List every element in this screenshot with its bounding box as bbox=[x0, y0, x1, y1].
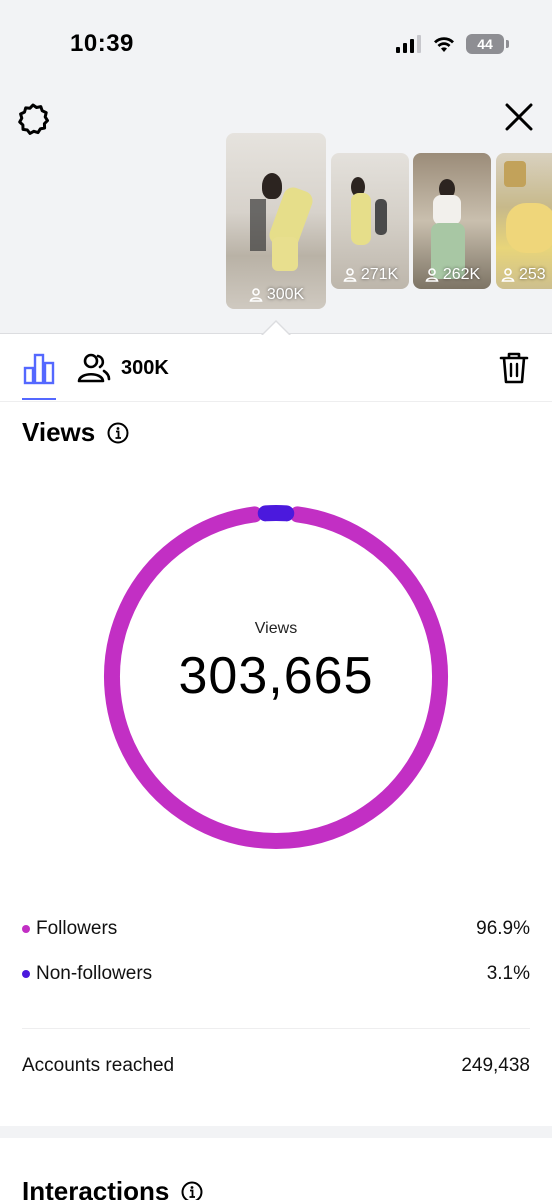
accounts-reached-value: 249,438 bbox=[461, 1055, 530, 1076]
reel-thumbnail[interactable]: 300K bbox=[226, 133, 326, 309]
followers-count[interactable]: 300K bbox=[121, 357, 169, 380]
reel-thumbnails: 300K 271K 262K 253 bbox=[226, 133, 552, 313]
trash-icon[interactable] bbox=[498, 351, 530, 385]
battery-indicator: 44 bbox=[466, 34, 509, 54]
reel-thumbnail[interactable]: 262K bbox=[413, 153, 491, 289]
followers-label: Followers bbox=[36, 918, 118, 939]
people-icon[interactable] bbox=[76, 350, 112, 386]
reel-thumbnail[interactable]: 253 bbox=[496, 153, 552, 289]
person-icon bbox=[343, 268, 357, 282]
status-time: 10:39 bbox=[70, 30, 134, 57]
reel-cup bbox=[504, 161, 526, 187]
legend-row-non-followers: Non-followers 3.1% bbox=[22, 963, 530, 985]
interactions-section-title: Interactions bbox=[22, 1176, 203, 1200]
bar-chart-icon[interactable] bbox=[22, 352, 56, 386]
status-icons: 44 bbox=[396, 34, 509, 54]
accounts-reached-row[interactable]: Accounts reached 249,438 bbox=[22, 1055, 530, 1077]
followers-dot bbox=[22, 925, 30, 933]
person-icon bbox=[249, 288, 263, 302]
views-title: Views bbox=[22, 417, 96, 447]
person-icon bbox=[425, 268, 439, 282]
non-followers-dot bbox=[22, 970, 30, 978]
reel-selector-area: 300K 271K 262K 253 bbox=[0, 90, 552, 336]
donut-center-label: Views bbox=[254, 620, 298, 637]
reel-views: 253 bbox=[496, 266, 552, 284]
divider bbox=[22, 1028, 530, 1029]
accounts-reached-label: Accounts reached bbox=[22, 1055, 175, 1076]
close-icon[interactable] bbox=[500, 98, 538, 136]
reel-window bbox=[250, 199, 266, 251]
gear-icon[interactable] bbox=[14, 100, 52, 138]
reel-views: 271K bbox=[331, 266, 409, 284]
info-icon[interactable] bbox=[181, 1181, 203, 1200]
legend-row-followers: Followers 96.9% bbox=[22, 918, 530, 940]
reel-figure bbox=[272, 237, 298, 271]
reel-figure bbox=[262, 173, 282, 199]
interactions-title: Interactions bbox=[22, 1176, 170, 1200]
wifi-icon bbox=[434, 37, 454, 52]
followers-value: 96.9% bbox=[476, 918, 530, 939]
reel-figure bbox=[433, 195, 461, 225]
person-icon bbox=[501, 268, 515, 282]
battery-level: 44 bbox=[477, 36, 493, 52]
signal-icon bbox=[396, 35, 421, 53]
reel-food bbox=[506, 203, 552, 253]
views-total: 303,665 bbox=[178, 647, 374, 705]
section-separator bbox=[0, 1126, 552, 1138]
non-followers-label: Non-followers bbox=[36, 963, 153, 984]
insights-tabs: 300K bbox=[0, 334, 552, 402]
reel-figure bbox=[375, 199, 387, 235]
views-section-title: Views bbox=[22, 417, 129, 448]
reel-figure bbox=[351, 193, 371, 245]
active-tab-indicator bbox=[22, 398, 56, 400]
reel-thumbnail[interactable]: 271K bbox=[331, 153, 409, 289]
status-bar: 10:39 44 bbox=[0, 0, 552, 90]
info-icon[interactable] bbox=[107, 422, 129, 444]
non-followers-value: 3.1% bbox=[486, 963, 530, 984]
reel-views: 262K bbox=[413, 266, 491, 284]
reel-views: 300K bbox=[226, 286, 326, 304]
